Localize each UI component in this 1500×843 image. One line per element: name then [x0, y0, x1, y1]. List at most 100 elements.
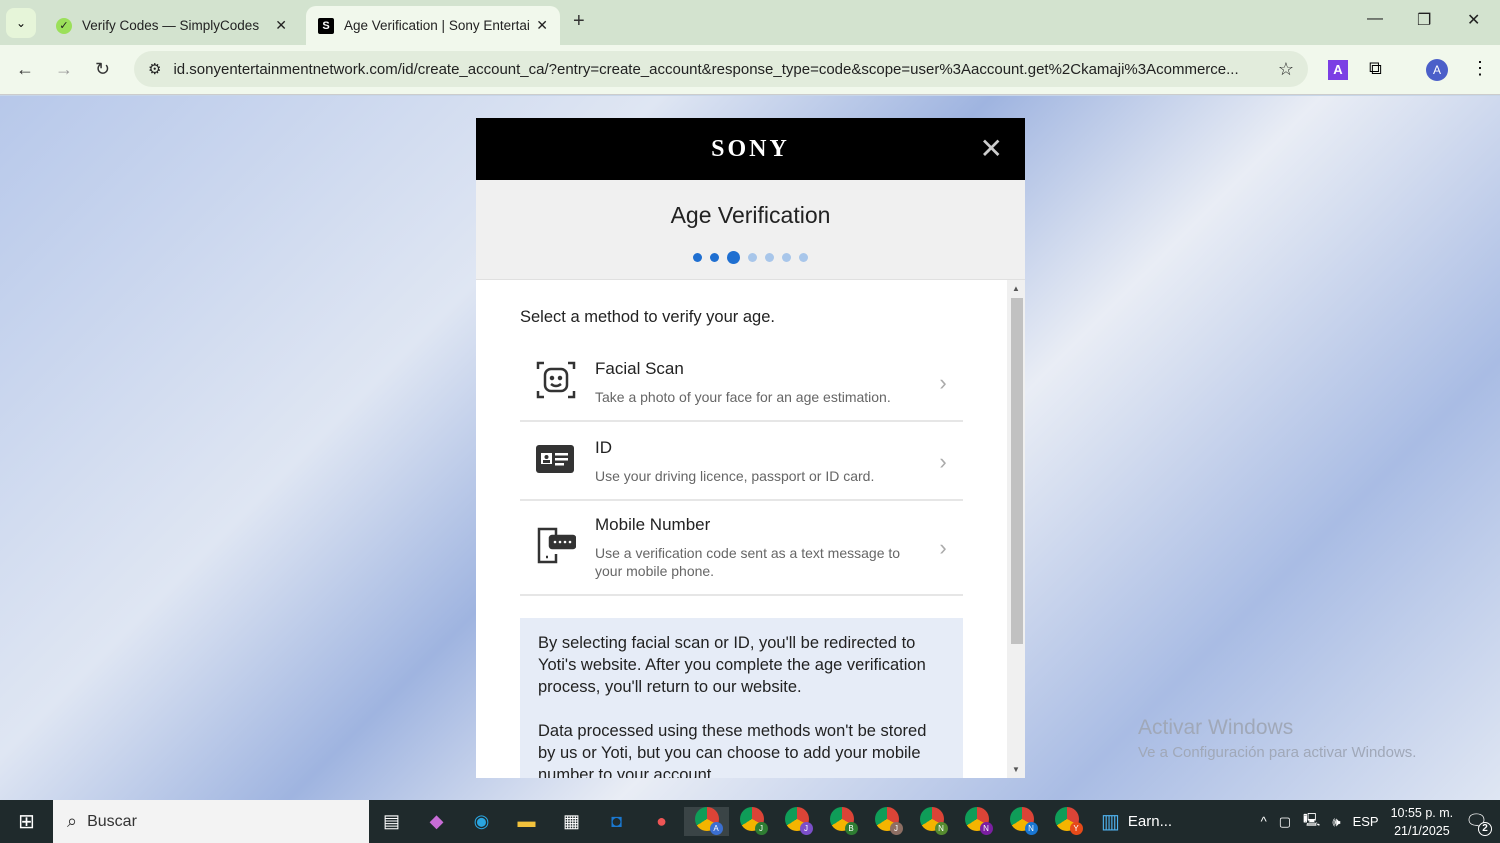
simplycodes-favicon-icon: ✓	[56, 17, 72, 34]
task-view-icon[interactable]: ▤	[369, 811, 414, 832]
info-text: Data processed using these methods won't…	[538, 722, 927, 778]
info-text: By selecting facial scan or ID, you'll b…	[538, 634, 926, 696]
scroll-down-icon[interactable]: ▼	[1012, 765, 1020, 774]
chrome-profile-n-icon[interactable]: N	[954, 807, 999, 836]
chrome-profile-a-icon[interactable]: A	[684, 807, 729, 836]
close-tab-icon[interactable]: ✕	[536, 17, 548, 34]
tab-age-verification[interactable]: S Age Verification | Sony Entertainment …	[306, 6, 560, 45]
option-facial-scan[interactable]: Facial Scan Take a photo of your face for…	[520, 349, 963, 422]
address-bar[interactable]: ⚙ id.sonyentertainmentnetwork.com/id/cre…	[134, 51, 1308, 87]
option-title: ID	[595, 438, 612, 457]
meet-now-icon[interactable]: ▢	[1279, 814, 1291, 830]
chrome-profile-j-icon[interactable]: J	[774, 807, 819, 836]
tab-search-button[interactable]: ⌄	[6, 8, 36, 38]
dialog-header: SONY ✕	[476, 118, 1025, 180]
menu-kebab-icon[interactable]: ⋮	[1471, 58, 1489, 79]
file-explorer-icon[interactable]: ▬	[504, 811, 549, 832]
app-label: Earn...	[1127, 813, 1173, 830]
network-icon[interactable]: 🖳	[1303, 811, 1320, 833]
option-title: Mobile Number	[595, 515, 711, 534]
copilot-icon[interactable]: ◆	[414, 811, 459, 832]
chrome-profile-y-icon[interactable]: Y	[1044, 807, 1089, 836]
watermark-subtitle: Ve a Configuración para activar Windows.	[1138, 744, 1417, 761]
face-scan-icon	[520, 360, 595, 405]
language-indicator[interactable]: ESP	[1353, 814, 1379, 829]
info-box: By selecting facial scan or ID, you'll b…	[520, 618, 963, 778]
sony-logo: SONY	[711, 136, 790, 162]
new-tab-icon[interactable]: +	[573, 10, 585, 33]
time: 10:55 p. m.	[1390, 805, 1454, 820]
option-description: Use your driving licence, passport or ID…	[595, 468, 875, 484]
restore-icon[interactable]: ❐	[1417, 10, 1431, 30]
search-placeholder: Buscar	[87, 812, 137, 830]
scrollbar-thumb[interactable]	[1011, 298, 1023, 644]
windows-start-icon[interactable]: ⊞	[0, 809, 53, 834]
dialog-body: Select a method to verify your age. Faci…	[476, 280, 1007, 778]
taskbar-app-earn[interactable]: ▥ Earn...	[1101, 809, 1172, 834]
search-icon: ⌕	[67, 811, 78, 831]
extension-icon[interactable]: A	[1328, 60, 1348, 80]
option-title: Facial Scan	[595, 359, 684, 378]
tab-bar: ⌄ ✓ Verify Codes — SimplyCodes ✕ S Age V…	[0, 0, 1500, 45]
volume-icon[interactable]: 🕪	[1332, 814, 1340, 830]
forward-icon[interactable]: →	[55, 59, 73, 80]
option-mobile-number[interactable]: Mobile Number Use a verification code sen…	[520, 501, 963, 596]
show-hidden-icons-chevron-icon[interactable]: ^	[1261, 814, 1267, 829]
extensions-puzzle-icon[interactable]: ⧉	[1369, 58, 1382, 79]
date: 21/1/2025	[1394, 823, 1450, 838]
reload-icon[interactable]: ↻	[95, 59, 110, 80]
step-indicator	[476, 251, 1025, 264]
tab-title: Age Verification | Sony Entertainment Ne…	[344, 18, 530, 33]
option-description: Take a photo of your face for an age est…	[595, 389, 891, 405]
chrome-profile-b-icon[interactable]: B	[819, 807, 864, 836]
bookmark-star-icon[interactable]: ☆	[1278, 59, 1294, 80]
tab-title: Verify Codes — SimplyCodes	[82, 18, 260, 33]
dialog-title-area: Age Verification	[476, 180, 1025, 280]
url-text[interactable]: id.sonyentertainmentnetwork.com/id/creat…	[173, 61, 1277, 78]
microsoft-store-icon[interactable]: ▦	[549, 811, 594, 832]
outlook-icon[interactable]: ◘	[594, 811, 639, 832]
app-icon[interactable]: ●	[639, 811, 684, 832]
tab-simplycodes[interactable]: ✓ Verify Codes — SimplyCodes ✕	[44, 6, 299, 45]
step-dot	[710, 253, 719, 262]
close-window-icon[interactable]: ✕	[1467, 10, 1480, 30]
chrome-profile-n-icon[interactable]: N	[909, 807, 954, 836]
step-dot	[693, 253, 702, 262]
back-icon[interactable]: ←	[16, 59, 34, 80]
profile-avatar[interactable]: A	[1426, 59, 1448, 81]
id-card-icon	[520, 445, 595, 478]
chrome-profile-j-icon[interactable]: J	[864, 807, 909, 836]
step-dot	[782, 253, 791, 262]
scroll-up-icon[interactable]: ▲	[1012, 284, 1020, 293]
edge-icon[interactable]: ◉	[459, 811, 504, 832]
windows-activation-watermark: Activar Windows Ve a Configuración para …	[1138, 716, 1416, 761]
notifications-icon[interactable]: 🗨 2	[1465, 811, 1492, 836]
toolbar: ← → ↻ ⚙ id.sonyentertainmentnetwork.com/…	[0, 45, 1500, 95]
mobile-sms-icon	[520, 526, 595, 569]
scrollbar[interactable]: ▲ ▼	[1007, 280, 1025, 778]
clock[interactable]: 10:55 p. m. 21/1/2025	[1391, 804, 1454, 840]
step-dot	[748, 253, 757, 262]
page-title: Age Verification	[670, 202, 831, 228]
age-verification-dialog: SONY ✕ Age Verification Select a method …	[476, 118, 1025, 778]
step-dot-current	[727, 251, 740, 264]
chrome-profile-n-icon[interactable]: N	[999, 807, 1044, 836]
option-id[interactable]: ID Use your driving licence, passport or …	[520, 422, 963, 501]
close-tab-icon[interactable]: ✕	[275, 17, 287, 34]
chrome-profile-j-icon[interactable]: J	[729, 807, 774, 836]
taskbar: ⊞ ⌕ Buscar ▤ ◆ ◉ ▬ ▦ ◘ ● A J J B J N N N …	[0, 800, 1500, 843]
site-settings-icon[interactable]: ⚙	[148, 60, 161, 78]
page-background: SONY ✕ Age Verification Select a method …	[0, 96, 1500, 800]
chevron-right-icon: ›	[939, 369, 947, 395]
step-dot	[799, 253, 808, 262]
system-tray: ^ ▢ 🖳 🕪 ESP 10:55 p. m. 21/1/2025 🗨 2	[1261, 804, 1500, 840]
chevron-right-icon: ›	[939, 534, 947, 560]
taskbar-search[interactable]: ⌕ Buscar	[53, 800, 369, 843]
chevron-right-icon: ›	[939, 448, 947, 474]
option-description: Use a verification code sent as a text m…	[595, 545, 901, 579]
minimize-icon[interactable]: —	[1367, 10, 1383, 28]
step-dot	[765, 253, 774, 262]
close-dialog-icon[interactable]: ✕	[980, 132, 1003, 165]
document-icon: ▥	[1101, 811, 1120, 833]
instruction-text: Select a method to verify your age.	[520, 308, 775, 326]
